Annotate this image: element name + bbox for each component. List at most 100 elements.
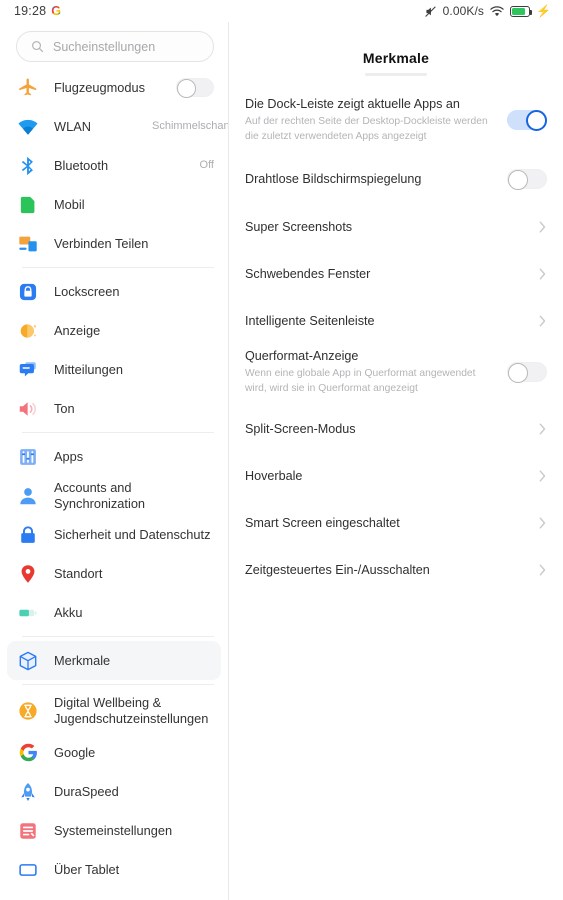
sidebar-item-systemupdates[interactable]: Systemupdates [0, 889, 228, 900]
chevron-right-icon [539, 221, 546, 233]
dock-bar-recent-apps-toggle[interactable] [507, 109, 547, 131]
google-g-icon [16, 741, 40, 765]
sidebar-item-bluetooth[interactable]: Bluetooth Off [0, 146, 228, 185]
row-title: Super Screenshots [245, 219, 353, 234]
cube-features-icon [16, 649, 40, 673]
chevron-right-icon [539, 564, 546, 576]
sidebar-item-mobil[interactable]: Mobil [0, 185, 228, 224]
content-row-querformat-anzeige[interactable]: Querformat-Anzeige Wenn eine globale App… [229, 346, 563, 398]
sidebar-item-label: Standort [54, 565, 103, 581]
search-icon [32, 41, 44, 53]
chevron-right-icon [539, 470, 546, 482]
sidebar-item-label: Ton [54, 400, 75, 416]
chevron-right-icon [539, 423, 546, 435]
system-settings-icon [16, 819, 40, 843]
sidebar-item-label: Mobil [54, 196, 85, 212]
wireless-screen-mirroring-toggle[interactable] [507, 169, 547, 190]
sidebar-item-label: Über Tablet [54, 861, 120, 877]
wifi-icon [16, 115, 40, 139]
notifications-icon [16, 358, 40, 382]
sidebar-item-accounts-and-synchronization[interactable]: Accounts and Synchronization [0, 476, 228, 515]
search-placeholder: Sucheinstellungen [53, 39, 156, 54]
sidebar-divider [22, 267, 214, 268]
sidebar-item-systemeinstellungen[interactable]: Systemeinstellungen [0, 811, 228, 850]
sidebar-item-mitteilungen[interactable]: Mitteilungen [0, 350, 228, 389]
sidebar-item-merkmale[interactable]: Merkmale [7, 641, 221, 680]
content-row-zeitgesteuertes-ein-ausschalten[interactable]: Zeitgesteuertes Ein-/Ausschalten [229, 551, 563, 589]
sidebar-item-label: Systemeinstellungen [54, 822, 173, 838]
content-row-hoverbale[interactable]: Hoverbale [229, 457, 563, 495]
sidebar-item-ton[interactable]: Ton [0, 389, 228, 428]
sidebar-item-google[interactable]: Google [0, 733, 228, 772]
content-row-super-screenshots[interactable]: Super Screenshots [229, 208, 563, 246]
sidebar-item-verbinden-teilen[interactable]: Verbinden Teilen [0, 224, 228, 263]
row-title: Smart Screen eingeschaltet [245, 515, 400, 530]
sidebar-item-label: Google [54, 744, 96, 760]
sidebar-item-duraspeed[interactable]: DuraSpeed [0, 772, 228, 811]
charging-bolt-icon: ⚡ [536, 4, 551, 18]
settings-screen: 19:28 G 0.00K/s ⚡ Sucheinstellungen Flug… [0, 0, 563, 900]
sidebar-item-flugzeugmodus[interactable]: Flugzeugmodus [0, 68, 228, 107]
sidebar-divider [22, 432, 214, 433]
google-g-icon: G [51, 3, 62, 18]
sidebar-item-standort[interactable]: Standort [0, 554, 228, 593]
sidebar-item-digital-wellbeing[interactable]: Digital Wellbeing & Jugendschutzeinstell… [0, 689, 228, 733]
page-title-wrap: Merkmale [229, 22, 563, 76]
sidebar-item-label: Apps [54, 448, 84, 464]
airplane-mode-toggle[interactable] [176, 78, 214, 98]
connection-share-icon [16, 232, 40, 256]
content-row-drahtlose-bildschirmspiegelung[interactable]: Drahtlose Bildschirmspiegelung [229, 160, 563, 198]
content-row-split-screen-modus[interactable]: Split-Screen-Modus [229, 410, 563, 448]
mute-icon [424, 5, 436, 17]
sidebar-item-label: Mitteilungen [54, 361, 124, 377]
apps-sliders-icon [16, 445, 40, 469]
sidebar-item-label: Flugzeugmodus [54, 79, 146, 95]
features-content-panel: Merkmale Die Dock-Leiste zeigt aktuelle … [229, 22, 563, 900]
sidebar-divider [22, 636, 214, 637]
sidebar-item-label: Digital Wellbeing & Jugendschutzeinstell… [54, 695, 209, 726]
sidebar-item-wlan[interactable]: WLAN Schimmelschanze [0, 107, 228, 146]
chevron-right-icon [539, 315, 546, 327]
sidebar-item-label: Verbinden Teilen [54, 235, 149, 251]
content-row-schwebendes-fenster[interactable]: Schwebendes Fenster [229, 255, 563, 293]
display-brightness-icon [16, 319, 40, 343]
sidebar-item-lockscreen[interactable]: Lockscreen [0, 272, 228, 311]
sidebar-item-uber-tablet[interactable]: Über Tablet [0, 850, 228, 889]
system-update-icon [16, 897, 40, 900]
landscape-display-toggle[interactable] [507, 362, 547, 383]
hourglass-wellbeing-icon [16, 699, 40, 723]
sidebar-item-label: Accounts and Synchronization [54, 479, 146, 511]
status-bar-left: 19:28 G [14, 4, 61, 18]
sidebar-item-label: Anzeige [54, 322, 101, 338]
sidebar-item-apps[interactable]: Apps [0, 437, 228, 476]
page-title: Merkmale [362, 50, 430, 66]
sidebar-divider [22, 684, 214, 685]
sidebar-item-anzeige[interactable]: Anzeige [0, 311, 228, 350]
sidebar-item-sicherheit-und-datenschutz[interactable]: Sicherheit und Datenschutz [0, 515, 228, 554]
row-title: Die Dock-Leiste zeigt aktuelle Apps an [245, 96, 460, 111]
settings-sidebar[interactable]: Sucheinstellungen Flugzeugmodus WLAN Sch… [0, 22, 229, 900]
content-row-dock-leiste[interactable]: Die Dock-Leiste zeigt aktuelle Apps an A… [229, 94, 563, 146]
airplane-icon [16, 76, 40, 100]
sidebar-item-value: Schimmelschanze [152, 119, 229, 132]
sim-card-icon [16, 193, 40, 217]
content-row-smart-screen-eingeschaltet[interactable]: Smart Screen eingeschaltet [229, 504, 563, 542]
row-title: Zeitgesteuertes Ein-/Ausschalten [245, 562, 430, 577]
chevron-right-icon [539, 268, 546, 280]
row-title: Querformat-Anzeige [245, 348, 359, 363]
row-title: Intelligente Seitenleiste [245, 313, 375, 328]
battery-icon [510, 5, 533, 17]
sound-speaker-icon [16, 397, 40, 421]
rocket-icon [16, 780, 40, 804]
row-subtitle: Auf der rechten Seite der Desktop-Dockle… [245, 115, 488, 142]
tablet-icon [16, 858, 40, 882]
row-title: Hoverbale [245, 468, 303, 483]
lock-icon [16, 280, 40, 304]
sidebar-item-label: Lockscreen [54, 283, 120, 299]
content-row-intelligente-seitenleiste[interactable]: Intelligente Seitenleiste [229, 302, 563, 340]
status-time: 19:28 [14, 4, 47, 18]
sidebar-item-label: Sicherheit und Datenschutz [54, 526, 211, 542]
search-input[interactable]: Sucheinstellungen [16, 31, 214, 62]
row-title: Split-Screen-Modus [245, 421, 356, 436]
sidebar-item-akku[interactable]: Akku [0, 593, 228, 632]
